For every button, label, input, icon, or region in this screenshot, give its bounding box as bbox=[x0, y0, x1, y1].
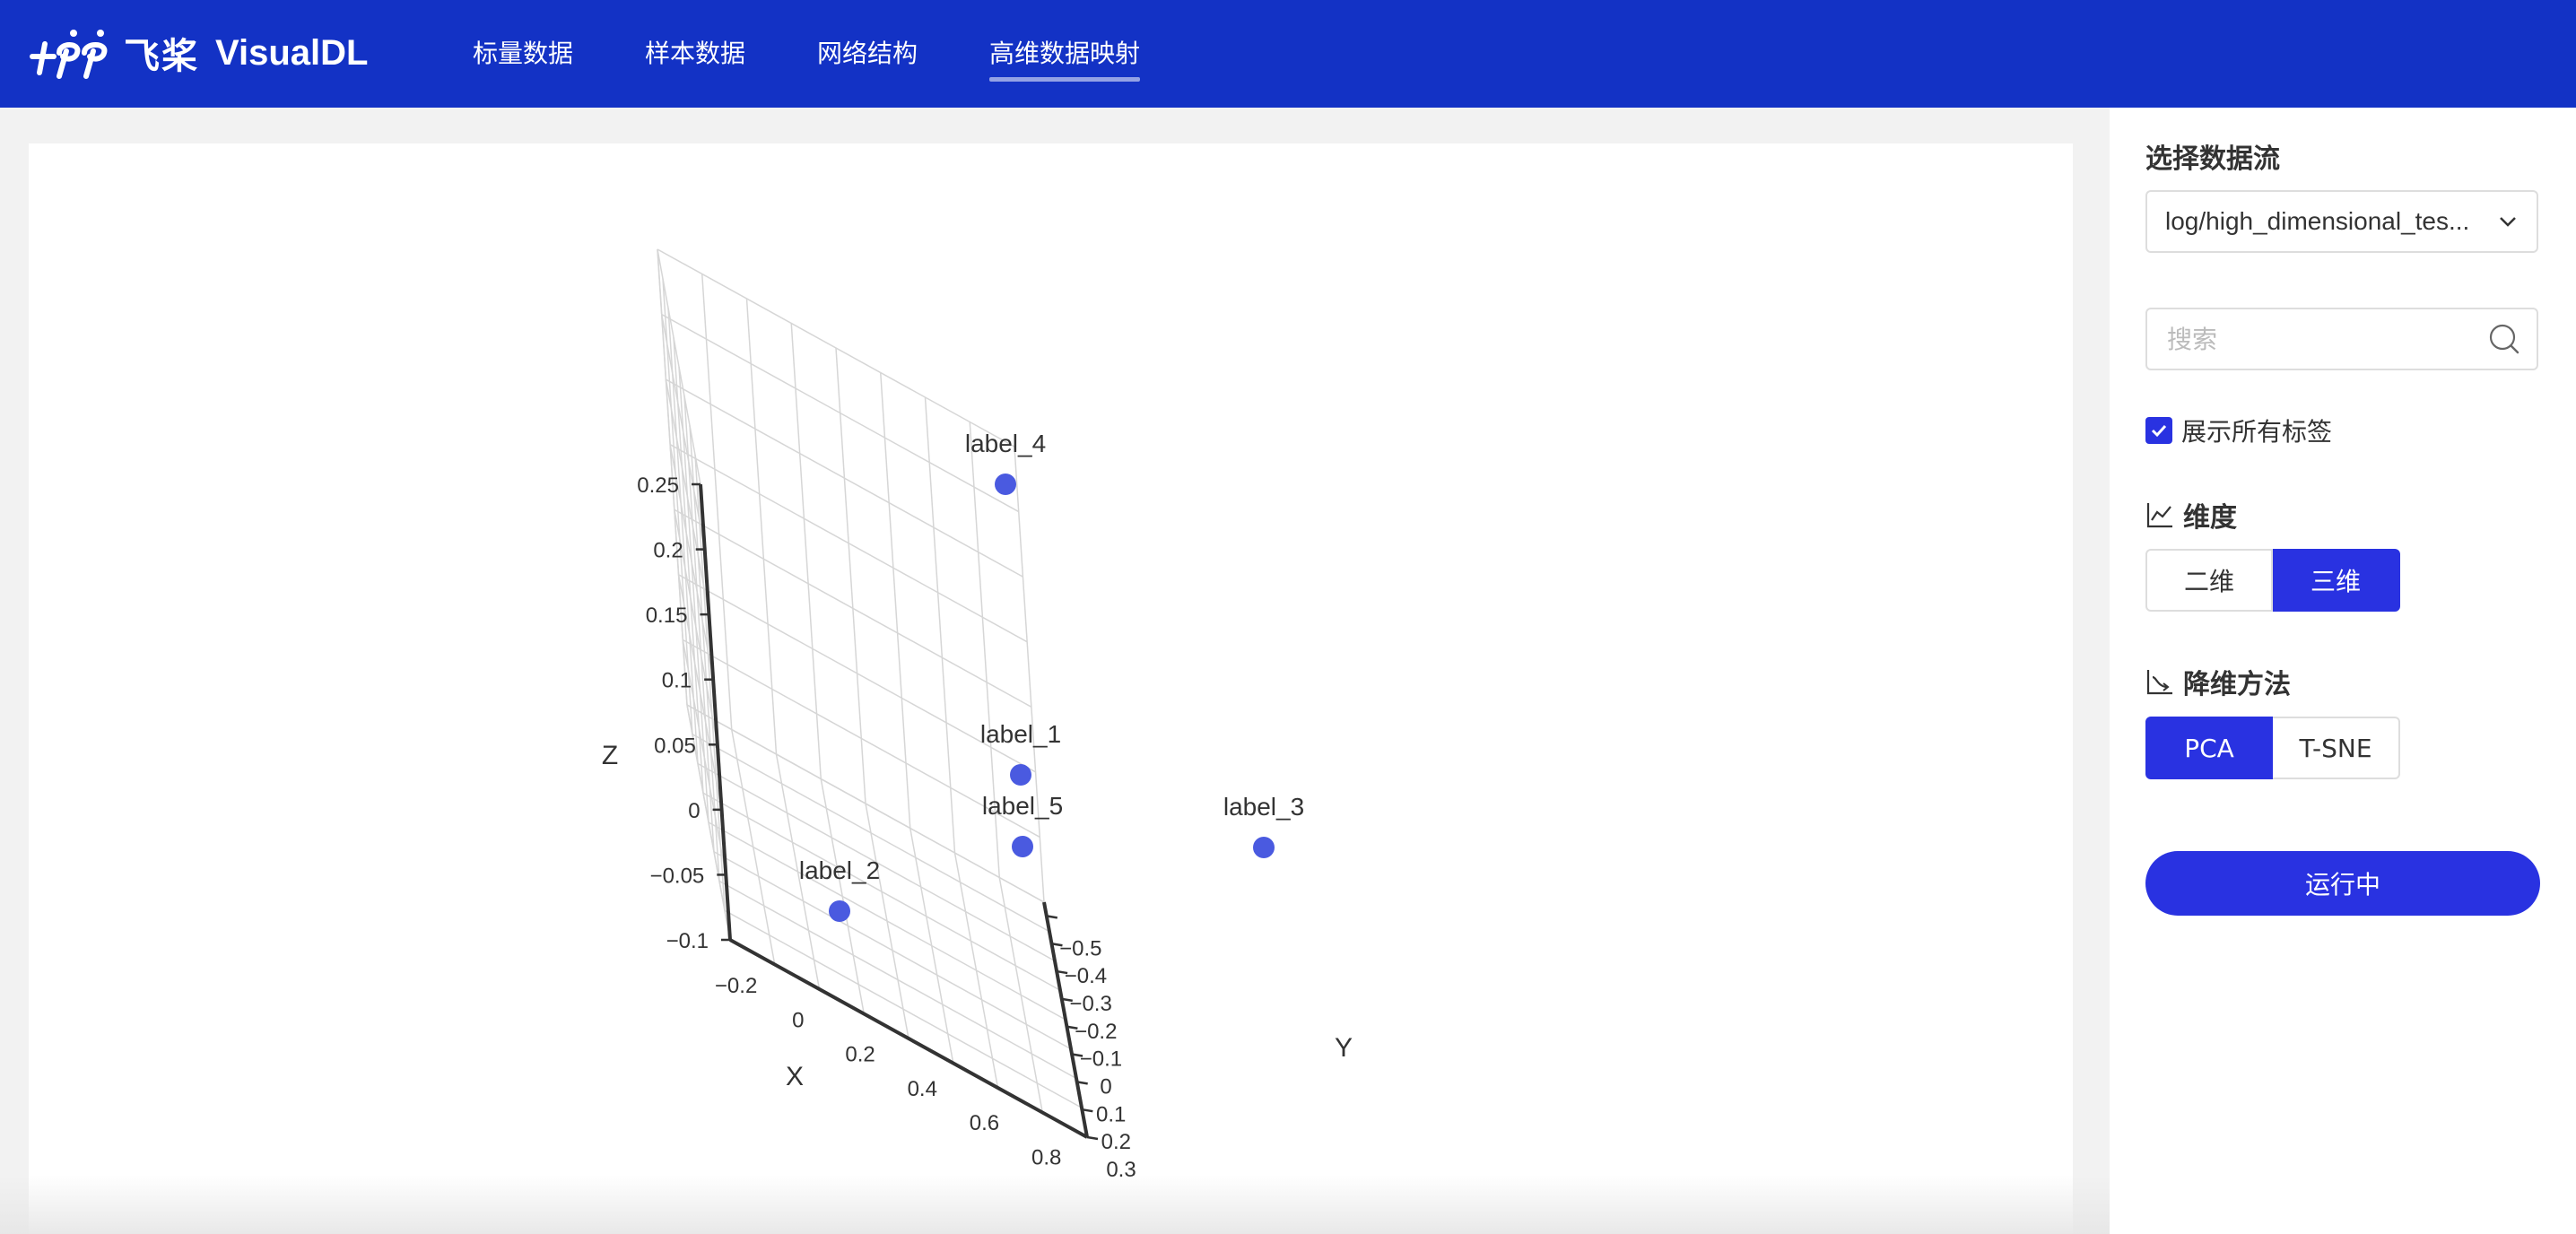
search-box[interactable] bbox=[2145, 308, 2538, 370]
plot-points: label_1 label_2 label_3 label_4 label_5 bbox=[799, 430, 1304, 922]
stream-title: 选择数据流 bbox=[2145, 143, 2280, 175]
scatter-point[interactable] bbox=[995, 474, 1016, 495]
z-tick-label: 0.25 bbox=[637, 474, 679, 498]
dimension-3d-button[interactable]: 三维 bbox=[2273, 549, 2400, 612]
method-heading: 降维方法 bbox=[2145, 662, 2291, 701]
grid-line bbox=[724, 909, 1083, 1108]
plot-grid bbox=[657, 248, 1088, 1138]
grid-line bbox=[708, 821, 1066, 1021]
y-tick-label: −0.5 bbox=[1059, 936, 1101, 960]
config-sidebar: 选择数据流 log/high_dimensional_tes... 展示所有标签… bbox=[2110, 108, 2576, 1234]
scatter-point[interactable] bbox=[1253, 837, 1275, 858]
z-tick-label: 0.1 bbox=[662, 669, 692, 693]
y-tick-label: 0.1 bbox=[1096, 1102, 1126, 1126]
reduce-curve-icon bbox=[2146, 670, 2172, 695]
y-axis-title: Y bbox=[1335, 1033, 1353, 1063]
x-axis-title: X bbox=[786, 1062, 804, 1091]
line-chart-icon bbox=[2146, 503, 2172, 528]
paddle-logo-icon bbox=[30, 30, 108, 79]
x-tick-mark bbox=[884, 1024, 899, 1034]
x-tick-label: 0.4 bbox=[908, 1077, 937, 1101]
dimension-toggle: 二维 三维 bbox=[2145, 549, 2400, 612]
show-all-labels-checkbox[interactable] bbox=[2145, 417, 2172, 444]
z-tick-label: 0.05 bbox=[654, 734, 696, 758]
x-tick-label: 0.2 bbox=[845, 1043, 875, 1067]
y-tick-label: −0.2 bbox=[1075, 1020, 1117, 1044]
search-icon[interactable] bbox=[2488, 323, 2520, 355]
grid-line bbox=[790, 323, 822, 779]
point-label: label_1 bbox=[980, 720, 1061, 748]
grid-line bbox=[924, 396, 956, 854]
x-tick-label: 0.6 bbox=[970, 1111, 999, 1135]
z-tick-label: 0 bbox=[688, 799, 700, 823]
x-tick-label: −0.2 bbox=[715, 974, 757, 998]
top-navbar: 飞桨 VisualDL 标量数据 样本数据 网络结构 高维数据映射 bbox=[0, 0, 2576, 108]
x-tick-mark bbox=[822, 990, 837, 1000]
main-nav: 标量数据 样本数据 网络结构 高维数据映射 bbox=[473, 0, 1212, 108]
stream-select[interactable]: log/high_dimensional_tes... bbox=[2145, 190, 2538, 253]
point-label: label_4 bbox=[965, 430, 1046, 457]
dimension-title: 维度 bbox=[2183, 502, 2237, 534]
nav-graph[interactable]: 网络结构 bbox=[817, 0, 918, 108]
show-all-labels-label: 展示所有标签 bbox=[2181, 417, 2333, 447]
y-tick-label: 0.2 bbox=[1101, 1130, 1131, 1154]
z-tick-label: 0.2 bbox=[653, 539, 683, 563]
point-label: label_5 bbox=[982, 792, 1063, 820]
y-tick-mark bbox=[1086, 1135, 1099, 1141]
point-label: label_3 bbox=[1223, 793, 1304, 821]
grid-line bbox=[835, 347, 866, 804]
y-tick-label: 0 bbox=[1100, 1075, 1111, 1099]
grid-line bbox=[713, 851, 1072, 1050]
x-tick-mark bbox=[1071, 1127, 1085, 1137]
x-axis-line bbox=[729, 938, 1088, 1139]
chevron-down-icon bbox=[2500, 217, 2516, 227]
nav-high-dimensional[interactable]: 高维数据映射 bbox=[989, 0, 1141, 108]
x-tick-mark bbox=[1008, 1093, 1023, 1103]
nav-samples[interactable]: 样本数据 bbox=[645, 0, 745, 108]
x-tick-mark bbox=[946, 1058, 961, 1068]
brand-name-cn: 飞桨 bbox=[124, 36, 199, 77]
z-tick-label: 0.15 bbox=[646, 604, 688, 628]
y-tick-label: −0.3 bbox=[1069, 992, 1111, 1016]
method-tsne-button[interactable]: T-SNE bbox=[2273, 717, 2400, 779]
grid-line bbox=[702, 792, 1061, 991]
z-axis-title: Z bbox=[602, 741, 618, 770]
nav-scalars[interactable]: 标量数据 bbox=[473, 0, 573, 108]
search-input[interactable] bbox=[2165, 323, 2488, 355]
plot-panel: −0.2 0 0.2 0.4 0.6 0.8 −0.5 −0.4 −0.3 −0.2 −0.1 0 0.… bbox=[29, 143, 2073, 1234]
point-label: label_2 bbox=[799, 856, 880, 884]
scatter-point[interactable] bbox=[1010, 764, 1031, 786]
y-tick-label: −0.1 bbox=[1080, 1047, 1122, 1072]
x-tick-label: 0 bbox=[792, 1008, 804, 1032]
scatter-3d-plot[interactable]: −0.200.20.40.60.8−0.5−0.4−0.3−0.2−0.100.… bbox=[29, 143, 2073, 1234]
z-tick-label: −0.1 bbox=[666, 929, 709, 953]
run-button[interactable]: 运行中 bbox=[2145, 851, 2540, 916]
x-tick-label: 0.8 bbox=[1031, 1145, 1061, 1169]
stream-select-value: log/high_dimensional_tes... bbox=[2165, 207, 2470, 235]
dimension-heading: 维度 bbox=[2145, 495, 2237, 534]
grid-line bbox=[701, 274, 733, 730]
z-tick-label: −0.05 bbox=[650, 864, 705, 888]
app-logo[interactable]: 飞桨 VisualDL bbox=[29, 23, 368, 83]
show-all-labels-row[interactable]: 展示所有标签 bbox=[2145, 413, 2332, 448]
y-tick-label: −0.4 bbox=[1065, 964, 1107, 988]
method-toggle: PCA T-SNE bbox=[2145, 717, 2400, 779]
grid-line bbox=[718, 880, 1077, 1080]
method-title: 降维方法 bbox=[2183, 669, 2291, 700]
dimension-2d-button[interactable]: 二维 bbox=[2145, 549, 2273, 612]
grid-line bbox=[1014, 446, 1045, 903]
scatter-point[interactable] bbox=[829, 900, 850, 922]
bottom-fade bbox=[0, 1175, 2110, 1234]
brand-name-en: VisualDL bbox=[215, 32, 369, 73]
check-icon bbox=[2151, 424, 2167, 438]
grid-line bbox=[745, 298, 778, 755]
grid-line bbox=[880, 372, 911, 829]
x-tick-mark bbox=[760, 956, 775, 966]
method-pca-button[interactable]: PCA bbox=[2145, 717, 2273, 779]
scatter-point[interactable] bbox=[1012, 836, 1033, 857]
